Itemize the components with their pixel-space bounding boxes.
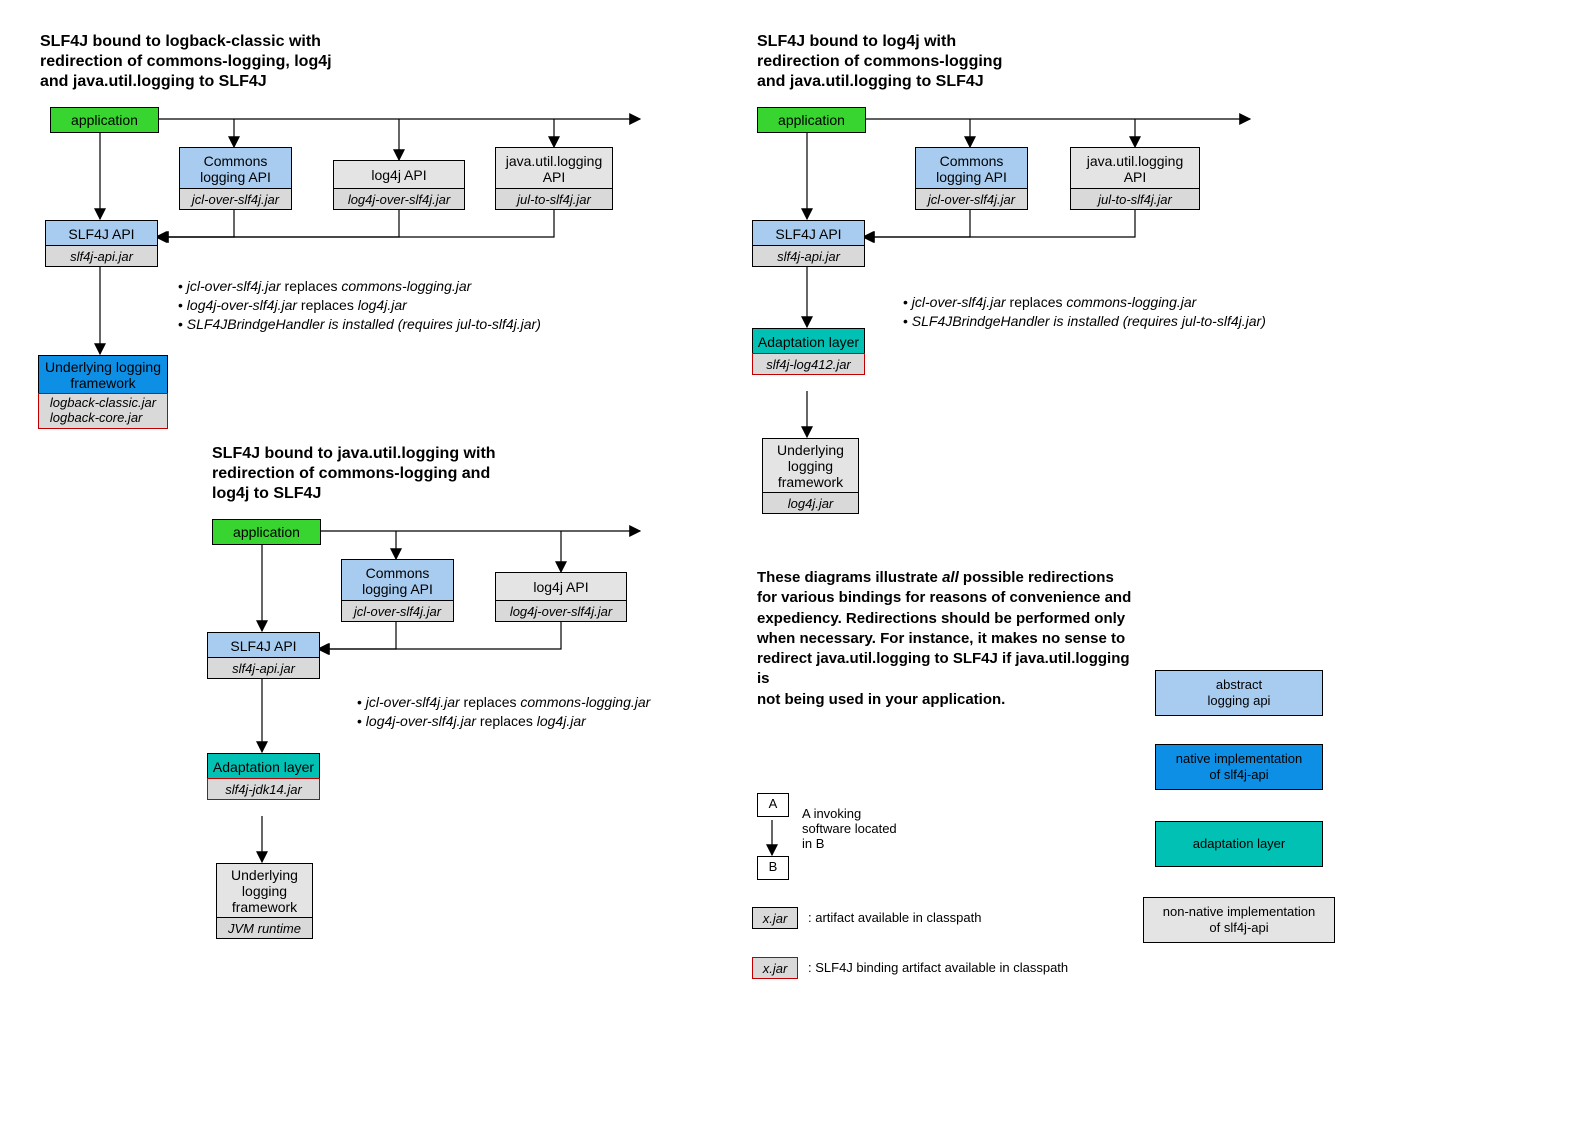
diag3-underlying-box: Underlying logging framework [762, 438, 859, 494]
diag1-commons-box: Commons logging API [179, 147, 292, 190]
diag2-log4j-box: log4j API [495, 572, 627, 602]
diag3-jul-box: java.util.logging API [1070, 147, 1200, 190]
legend-ab-text: A invoking software located in B [802, 806, 897, 851]
diag3-commons-jar: jcl-over-slf4j.jar [915, 188, 1028, 210]
diag2-adapt-box: Adaptation layer [207, 753, 320, 780]
note-text: These diagrams illustrate all possible r… [757, 568, 1137, 710]
diag1-underlying-box: Underlying logging framework [38, 355, 168, 395]
diag3-title: SLF4J bound to log4j with redirection of… [757, 32, 1002, 92]
diag1-log4j-jar: log4j-over-slf4j.jar [333, 188, 465, 210]
diag2-slf4j-jar: slf4j-api.jar [207, 657, 320, 679]
diag1-jul-jar: jul-to-slf4j.jar [495, 188, 613, 210]
legend-b: B [757, 856, 789, 880]
diag2-underlying-box: Underlying logging framework [216, 863, 313, 919]
diag3-adapt-box: Adaptation layer [752, 328, 865, 355]
legend-xjar-text: : artifact available in classpath [808, 910, 981, 925]
diag1-log4j-box: log4j API [333, 160, 465, 190]
legend-xjar: x.jar [752, 907, 798, 929]
diag3-underlying-jar: log4j.jar [762, 492, 859, 514]
diag2-adapt-jar: slf4j-jdk14.jar [207, 778, 320, 800]
diag2-title: SLF4J bound to java.util.logging with re… [212, 444, 496, 504]
legend-adapt: adaptation layer [1155, 821, 1323, 867]
legend-xjar-red: x.jar [752, 957, 798, 979]
diag1-jul-box: java.util.logging API [495, 147, 613, 190]
diag2-commons-jar: jcl-over-slf4j.jar [341, 600, 454, 622]
legend-abstract: abstract logging api [1155, 670, 1323, 716]
diag1-commons-jar: jcl-over-slf4j.jar [179, 188, 292, 210]
diag1-slf4j-jar: slf4j-api.jar [45, 245, 158, 267]
diag3-adapt-jar: slf4j-log412.jar [752, 353, 865, 375]
diag3-commons-box: Commons logging API [915, 147, 1028, 190]
diag2-bullets: jcl-over-slf4j.jar replaces commons-logg… [357, 693, 650, 731]
diag3-slf4j-box: SLF4J API [752, 220, 865, 247]
diag2-log4j-jar: log4j-over-slf4j.jar [495, 600, 627, 622]
diag2-application-box: application [212, 519, 321, 545]
legend-nonnative: non-native implementation of slf4j-api [1143, 897, 1335, 943]
diag3-application-box: application [757, 107, 866, 133]
diag1-bullets: jcl-over-slf4j.jar replaces commons-logg… [178, 277, 541, 334]
diag1-slf4j-box: SLF4J API [45, 220, 158, 247]
diag3-bullets: jcl-over-slf4j.jar replaces commons-logg… [903, 293, 1266, 331]
diag1-title: SLF4J bound to logback-classic with redi… [40, 32, 332, 92]
diag1-underlying-jars: logback-classic.jar logback-core.jar [38, 393, 168, 429]
diag3-jul-jar: jul-to-slf4j.jar [1070, 188, 1200, 210]
diag2-commons-box: Commons logging API [341, 559, 454, 602]
diag2-underlying-jar: JVM runtime [216, 917, 313, 939]
diag1-application-box: application [50, 107, 159, 133]
diag2-slf4j-box: SLF4J API [207, 632, 320, 659]
diag3-slf4j-jar: slf4j-api.jar [752, 245, 865, 267]
legend-a: A [757, 793, 789, 817]
legend-native: native implementation of slf4j-api [1155, 744, 1323, 790]
legend-xjar2-text: : SLF4J binding artifact available in cl… [808, 960, 1068, 975]
